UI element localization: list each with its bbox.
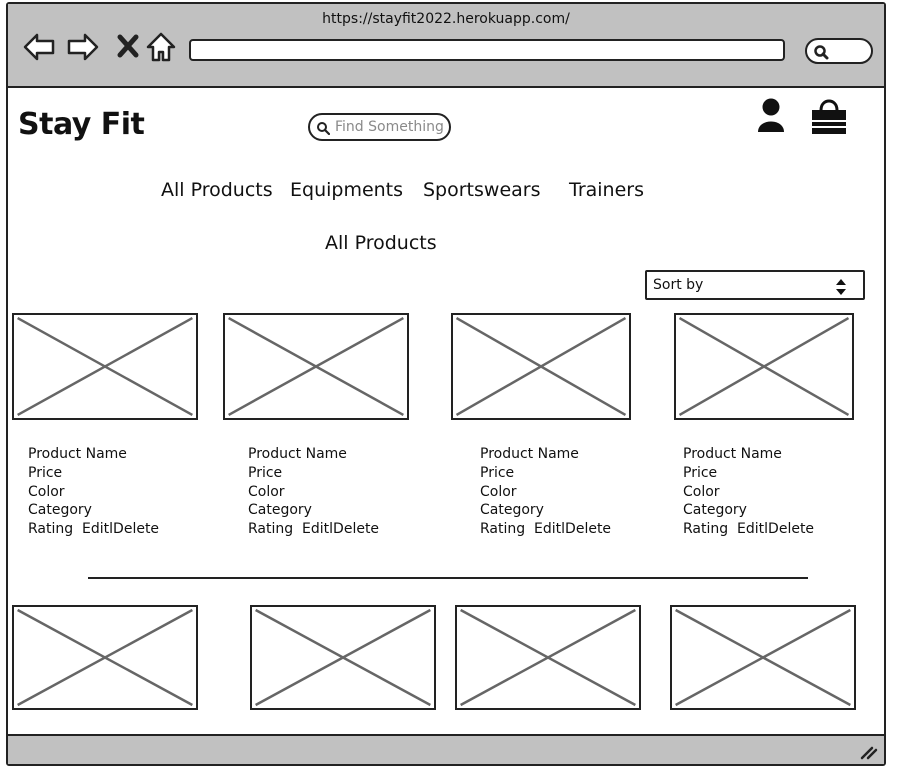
- home-icon[interactable]: [144, 30, 178, 64]
- user-icon[interactable]: [756, 96, 786, 138]
- sort-label: Sort by: [653, 277, 704, 293]
- product-image-placeholder[interactable]: [674, 313, 854, 420]
- nav-trainers[interactable]: Trainers: [569, 179, 644, 201]
- product-image-placeholder[interactable]: [12, 313, 198, 420]
- back-arrow-icon[interactable]: [22, 30, 56, 64]
- product-image-placeholder[interactable]: [670, 605, 856, 710]
- browser-toolbar: https://stayfit2022.herokuapp.com/: [8, 4, 884, 88]
- product-image-placeholder[interactable]: [223, 313, 409, 420]
- product-image-placeholder[interactable]: [250, 605, 436, 710]
- url-text: https://stayfit2022.herokuapp.com/: [322, 11, 570, 27]
- edit-delete-links[interactable]: EditlDelete: [302, 521, 379, 537]
- product-image-placeholder[interactable]: [455, 605, 641, 710]
- product-price: Price: [248, 464, 283, 481]
- product-category: Category: [28, 502, 92, 519]
- product-rating: Rating: [480, 521, 526, 538]
- close-icon[interactable]: [112, 30, 146, 64]
- shopping-bag-icon[interactable]: [808, 96, 850, 142]
- product-price: Price: [683, 464, 718, 481]
- search-placeholder: Find Something: [335, 119, 444, 135]
- browser-status-bar: [8, 734, 884, 764]
- site-logo[interactable]: Stay Fit: [18, 107, 145, 142]
- product-card-info: Product Name Price Color Category Rating…: [248, 445, 379, 539]
- product-color: Color: [683, 483, 720, 500]
- product-image-placeholder[interactable]: [12, 605, 198, 710]
- address-bar[interactable]: [189, 39, 785, 61]
- nav-sportswears[interactable]: Sportswears: [423, 179, 541, 201]
- product-rating: Rating: [683, 521, 729, 538]
- product-image-placeholder[interactable]: [451, 313, 631, 420]
- product-category: Category: [683, 502, 747, 519]
- product-rating: Rating: [248, 521, 294, 538]
- browser-search-button[interactable]: [805, 38, 873, 64]
- page-title: All Products: [325, 232, 437, 254]
- product-category: Category: [248, 502, 312, 519]
- edit-delete-links[interactable]: EditlDelete: [534, 521, 611, 537]
- search-icon: [814, 45, 829, 60]
- sort-select[interactable]: Sort by: [645, 270, 865, 300]
- product-color: Color: [28, 483, 65, 500]
- product-color: Color: [248, 483, 285, 500]
- product-name[interactable]: Product Name: [28, 445, 159, 464]
- product-name[interactable]: Product Name: [683, 445, 814, 464]
- edit-delete-links[interactable]: EditlDelete: [82, 521, 159, 537]
- product-name[interactable]: Product Name: [248, 445, 379, 464]
- product-category: Category: [480, 502, 544, 519]
- product-card-info: Product Name Price Color Category Rating…: [480, 445, 611, 539]
- product-rating: Rating: [28, 521, 74, 538]
- section-divider: [88, 577, 808, 579]
- edit-delete-links[interactable]: EditlDelete: [737, 521, 814, 537]
- product-card-info: Product Name Price Color Category Rating…: [683, 445, 814, 539]
- product-card-info: Product Name Price Color Category Rating…: [28, 445, 159, 539]
- search-icon: [317, 122, 330, 135]
- site-search-input[interactable]: Find Something: [308, 113, 451, 141]
- sort-arrows-icon: [836, 279, 846, 295]
- product-price: Price: [480, 464, 515, 481]
- product-price: Price: [28, 464, 63, 481]
- nav-equipments[interactable]: Equipments: [290, 179, 403, 201]
- resize-grip-icon[interactable]: [860, 744, 878, 760]
- product-color: Color: [480, 483, 517, 500]
- browser-window: https://stayfit2022.herokuapp.com/ Stay …: [6, 2, 886, 766]
- product-name[interactable]: Product Name: [480, 445, 611, 464]
- forward-arrow-icon[interactable]: [66, 30, 100, 64]
- nav-all-products[interactable]: All Products: [161, 179, 273, 201]
